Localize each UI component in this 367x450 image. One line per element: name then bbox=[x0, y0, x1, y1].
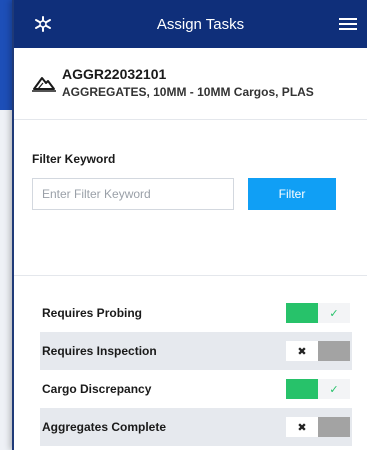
toggle-row-cargo-discrepancy: Cargo Discrepancy ✓ bbox=[40, 370, 352, 408]
snowflake-logo-icon[interactable] bbox=[32, 15, 54, 33]
check-icon: ✓ bbox=[318, 303, 350, 323]
page-title: Assign Tasks bbox=[156, 15, 245, 33]
toggle-row-requires-probing: Requires Probing ✓ bbox=[40, 294, 352, 332]
filter-button[interactable]: Filter bbox=[248, 178, 336, 210]
filter-label: Filter Keyword bbox=[32, 152, 116, 166]
cargo-discrepancy-toggle[interactable]: ✓ bbox=[286, 379, 350, 399]
cargo-id: AGGR22032101 bbox=[62, 66, 167, 82]
mountain-icon bbox=[32, 74, 56, 97]
hamburger-menu-icon[interactable] bbox=[339, 17, 357, 31]
task-toggles: Requires Probing ✓ Requires Inspection ✖… bbox=[14, 276, 367, 446]
filter-section: Filter Keyword Filter bbox=[14, 120, 367, 276]
toggle-label: Cargo Discrepancy bbox=[42, 382, 152, 396]
assign-tasks-panel: Assign Tasks AGGR22032101 AGGREGATES, 10… bbox=[12, 0, 367, 450]
check-icon: ✓ bbox=[318, 379, 350, 399]
toggle-label: Requires Inspection bbox=[42, 344, 157, 358]
x-icon: ✖ bbox=[286, 417, 318, 437]
cargo-summary: AGGR22032101 AGGREGATES, 10MM - 10MM Car… bbox=[14, 48, 367, 120]
x-icon: ✖ bbox=[286, 341, 318, 361]
requires-probing-toggle[interactable]: ✓ bbox=[286, 303, 350, 323]
panel-header: Assign Tasks bbox=[14, 0, 367, 48]
filter-keyword-input[interactable] bbox=[32, 178, 234, 210]
toggle-label: Aggregates Complete bbox=[42, 420, 167, 434]
toggle-label: Requires Probing bbox=[42, 306, 143, 320]
cargo-description: AGGREGATES, 10MM - 10MM Cargos, PLAS bbox=[62, 85, 314, 99]
aggregates-complete-toggle[interactable]: ✖ bbox=[286, 417, 350, 437]
requires-inspection-toggle[interactable]: ✖ bbox=[286, 341, 350, 361]
toggle-row-aggregates-complete: Aggregates Complete ✖ bbox=[40, 408, 352, 446]
toggle-row-requires-inspection: Requires Inspection ✖ bbox=[40, 332, 352, 370]
